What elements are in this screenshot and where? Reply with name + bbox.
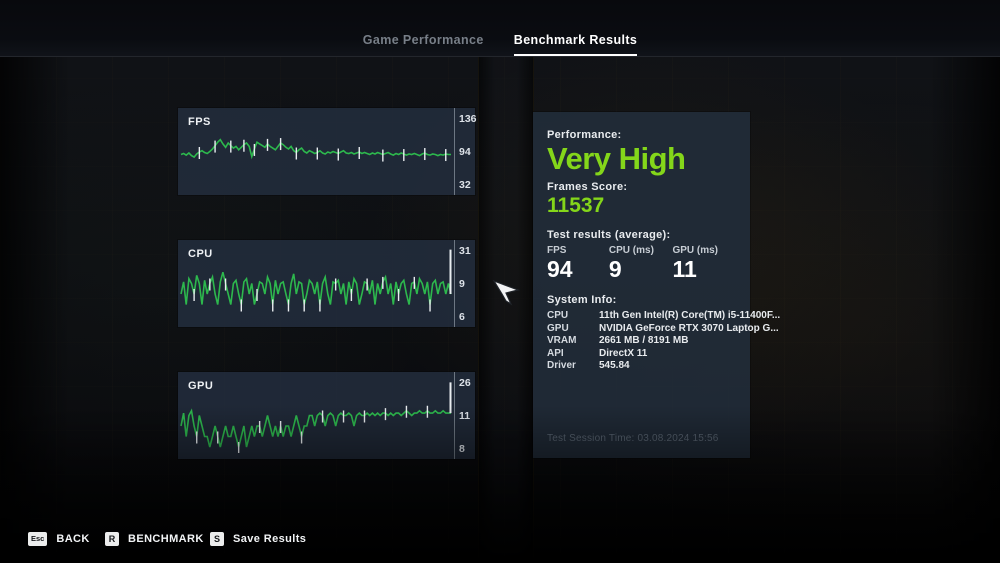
r-keycap-icon: R [105,532,119,546]
cpu-axis-line [454,240,455,327]
avg-cpu-label: CPU (ms) [608,244,654,256]
fps-chart-panel: FPS 136 94 32 [178,108,477,195]
avg-fps: FPS 94 [547,245,609,282]
performance-label: Performance: [547,129,622,141]
tab-benchmark-results[interactable]: Benchmark Results [513,33,638,56]
fps-line-chart [180,138,451,162]
session-time: Test Session Time: 03.08.2024 15:56 [547,433,719,444]
fps-tick-max: 136 [459,113,477,125]
fps-tick-avg: 94 [459,145,471,158]
gpu-line-chart [180,382,452,453]
mouse-cursor-icon [492,279,521,306]
sys-val-vram: 2661 MB / 8191 MB [599,335,689,347]
test-results-label: Test results (average): [547,228,671,241]
gpu-tick-min: 8 [459,443,465,455]
cpu-tick-max: 31 [459,245,471,257]
save-results-label: Save Results [233,533,307,545]
sys-key-gpu: GPU [547,322,569,334]
header-bar: Game Performance Benchmark Results [0,0,1000,57]
cpu-chart-title: CPU [188,248,213,260]
back-label: BACK [56,533,90,545]
sys-row-api: API DirectX 11 [547,348,736,359]
sys-row-cpu: CPU 11th Gen Intel(R) Core(TM) i5-11400F… [547,310,780,322]
avg-fps-value: 94 [547,255,573,282]
fps-chart-title: FPS [188,116,211,128]
tab-game-performance[interactable]: Game Performance [363,33,484,56]
averages-row: FPS 94 CPU (ms) 9 GPU (ms) 11 [547,245,736,282]
avg-gpu-label: GPU (ms) [672,244,719,256]
sys-val-driver: 545.84 [599,360,630,372]
cpu-tick-min: 6 [459,311,465,323]
s-keycap-icon: S [210,532,224,546]
background-pillar [478,57,534,563]
avg-fps-label: FPS [547,244,567,256]
sys-val-cpu: 11th Gen Intel(R) Core(TM) i5-11400F... [599,310,781,322]
sys-row-gpu: GPU NVIDIA GeForce RTX 3070 Laptop G... [547,322,779,334]
avg-gpu-value: 11 [672,255,697,282]
esc-keycap-icon: Esc [28,532,48,546]
cpu-chart-panel: CPU 31 9 6 [178,240,475,327]
benchmark-results-screen: Game Performance Benchmark Results FPS 1… [0,0,1000,563]
results-panel: Performance: Very High Frames Score: 115… [533,112,780,458]
system-info-table: CPU 11th Gen Intel(R) Core(TM) i5-11400F… [547,310,780,371]
gpu-chart-title: GPU [188,380,214,392]
avg-cpu: CPU (ms) 9 [609,245,673,282]
footer-bar: Esc BACK R BENCHMARK S Save Results [0,517,1000,563]
benchmark-button[interactable]: R BENCHMARK [105,532,204,546]
gpu-axis-line [454,372,455,459]
cpu-tick-avg: 9 [459,277,465,290]
frames-score-value: 11537 [547,194,605,218]
sys-key-cpu: CPU [547,310,569,322]
cpu-line-chart [180,249,452,312]
sys-row-driver: Driver 545.84 [547,360,736,371]
frames-score-label: Frames Score: [547,181,628,194]
system-info-label: System Info: [547,294,617,307]
gpu-tick-max: 26 [459,377,471,389]
avg-gpu: GPU (ms) 11 [672,245,736,282]
sys-key-driver: Driver [547,360,576,372]
background-scene [0,57,1000,563]
sys-val-gpu: NVIDIA GeForce RTX 3070 Laptop G... [599,322,779,334]
gpu-chart-panel: GPU 26 11 8 [178,372,475,459]
sys-key-vram: VRAM [547,335,577,347]
avg-cpu-value: 9 [608,255,622,282]
back-button[interactable]: Esc BACK [28,532,90,546]
save-results-button[interactable]: S Save Results [210,532,306,546]
sys-val-api: DirectX 11 [599,347,648,359]
fps-tick-min: 32 [459,179,471,191]
sys-key-api: API [547,347,564,359]
gpu-tick-avg: 11 [459,409,471,422]
performance-value: Very High [547,141,686,176]
benchmark-label: BENCHMARK [128,533,204,545]
tab-strip: Game Performance Benchmark Results [0,33,1000,56]
sys-row-vram: VRAM 2661 MB / 8191 MB [547,335,736,346]
fps-axis-line [454,108,455,195]
